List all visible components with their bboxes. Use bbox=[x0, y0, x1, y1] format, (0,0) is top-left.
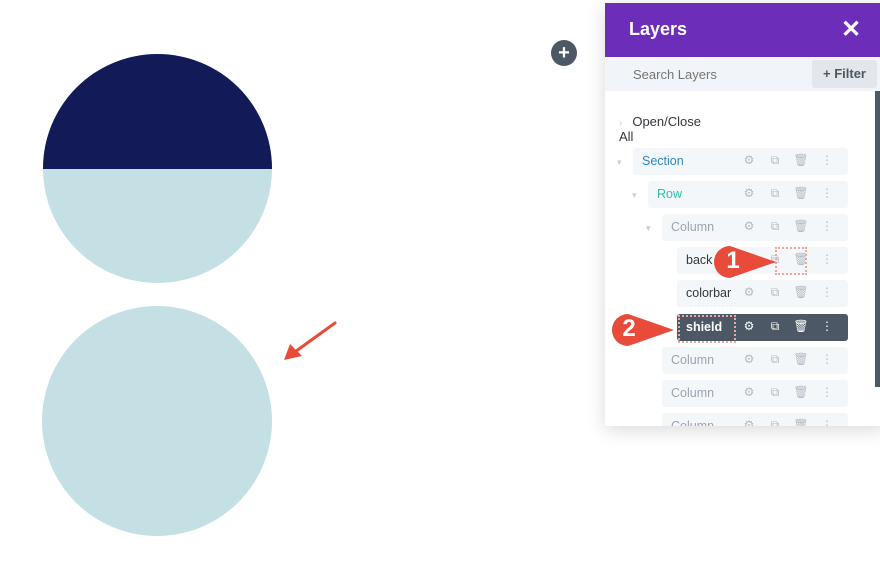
layer-actions: ⚙⧉🗑⋮ bbox=[736, 285, 840, 300]
duplicate-icon[interactable]: ⧉ bbox=[762, 219, 788, 234]
layer-column-clip: Column ⚙ ⧉ 🗑 ⋮ bbox=[662, 413, 848, 426]
caret-down-icon[interactable]: ▾ bbox=[646, 223, 651, 234]
duplicate-icon[interactable]: ⧉ bbox=[762, 186, 788, 201]
trash-icon[interactable]: 🗑 bbox=[788, 385, 814, 399]
trash-icon[interactable]: 🗑 bbox=[788, 153, 814, 167]
add-module-button[interactable]: + bbox=[551, 40, 577, 66]
trash-icon[interactable]: 🗑 bbox=[788, 418, 814, 426]
duplicate-icon[interactable]: ⧉ bbox=[762, 418, 788, 426]
filter-button[interactable]: + Filter bbox=[812, 60, 877, 88]
layer-label: back bbox=[686, 253, 713, 267]
layer-label: Column bbox=[671, 220, 715, 234]
layer-actions: ⚙⧉🗑⋮ bbox=[736, 385, 840, 400]
layer-column[interactable]: Column ⚙ ⧉ 🗑 ⋮ bbox=[662, 380, 848, 407]
layer-actions: ⚙⧉🗑⋮ bbox=[736, 319, 840, 334]
gear-icon[interactable]: ⚙ bbox=[736, 319, 762, 333]
layer-column[interactable]: Column ⚙ ⧉ 🗑 ⋮ bbox=[662, 214, 848, 241]
scrollbar[interactable] bbox=[875, 91, 880, 387]
more-icon[interactable]: ⋮ bbox=[814, 352, 840, 366]
open-close-all[interactable]: › Open/Close All bbox=[619, 114, 701, 144]
layer-actions: ⚙⧉🗑⋮ bbox=[736, 153, 840, 168]
more-icon[interactable]: ⋮ bbox=[814, 418, 840, 426]
caret-down-icon[interactable]: ▾ bbox=[617, 157, 622, 168]
layers-header: Layers ✕ bbox=[605, 3, 880, 57]
trash-icon[interactable]: 🗑 bbox=[788, 285, 814, 299]
step-1-label: 1 bbox=[726, 247, 740, 274]
trash-icon[interactable]: 🗑 bbox=[788, 319, 814, 333]
shield-circle-graphic bbox=[42, 306, 272, 536]
duplicate-icon[interactable]: ⧉ bbox=[762, 285, 788, 300]
layer-actions: ⚙⧉🗑⋮ bbox=[736, 219, 840, 234]
layer-column[interactable]: Column ⚙ ⧉ 🗑 ⋮ bbox=[662, 347, 848, 374]
layer-label: Column bbox=[671, 353, 715, 367]
layer-module-colorbar[interactable]: colorbar ⚙ ⧉ 🗑 ⋮ bbox=[677, 280, 848, 307]
layer-section[interactable]: Section ⚙ ⧉ 🗑 ⋮ bbox=[633, 148, 848, 175]
half-circle-graphic bbox=[43, 54, 272, 283]
more-icon[interactable]: ⋮ bbox=[814, 319, 840, 333]
more-icon[interactable]: ⋮ bbox=[814, 385, 840, 399]
layer-label: Column bbox=[671, 419, 715, 426]
search-row: + Filter bbox=[605, 57, 880, 91]
trash-icon[interactable]: 🗑 bbox=[788, 186, 814, 200]
highlight-duplicate-box bbox=[775, 247, 807, 275]
duplicate-icon[interactable]: ⧉ bbox=[762, 153, 788, 168]
layer-row[interactable]: Row ⚙ ⧉ 🗑 ⋮ bbox=[648, 181, 848, 208]
more-icon[interactable]: ⋮ bbox=[814, 252, 840, 266]
pointer-arrow-icon bbox=[284, 321, 337, 360]
open-close-all-label: Open/Close All bbox=[619, 114, 701, 144]
more-icon[interactable]: ⋮ bbox=[814, 186, 840, 200]
layer-label: colorbar bbox=[686, 286, 732, 300]
gear-icon[interactable]: ⚙ bbox=[736, 186, 762, 200]
more-icon[interactable]: ⋮ bbox=[814, 285, 840, 299]
layer-actions: ⚙⧉🗑⋮ bbox=[736, 352, 840, 367]
gear-icon[interactable]: ⚙ bbox=[736, 219, 762, 233]
colorbar-top-half bbox=[43, 54, 272, 169]
close-icon[interactable]: ✕ bbox=[841, 15, 861, 44]
gear-icon[interactable]: ⚙ bbox=[736, 385, 762, 399]
trash-icon[interactable]: 🗑 bbox=[788, 352, 814, 366]
trash-icon[interactable]: 🗑 bbox=[788, 219, 814, 233]
highlight-shield-box bbox=[678, 315, 736, 343]
layer-label: Column bbox=[671, 386, 715, 400]
more-icon[interactable]: ⋮ bbox=[814, 219, 840, 233]
duplicate-icon[interactable]: ⧉ bbox=[762, 385, 788, 400]
more-icon[interactable]: ⋮ bbox=[814, 153, 840, 167]
step-2-label: 2 bbox=[622, 315, 636, 342]
chevron-right-icon: › bbox=[619, 118, 623, 129]
layer-actions: ⚙⧉🗑⋮ bbox=[736, 418, 840, 426]
search-layers-input[interactable] bbox=[605, 57, 810, 91]
caret-down-icon[interactable]: ▾ bbox=[632, 190, 637, 201]
duplicate-icon[interactable]: ⧉ bbox=[762, 352, 788, 367]
layer-actions: ⚙⧉🗑⋮ bbox=[736, 186, 840, 201]
gear-icon[interactable]: ⚙ bbox=[736, 153, 762, 167]
layer-column[interactable]: Column ⚙ ⧉ 🗑 ⋮ bbox=[662, 413, 848, 426]
duplicate-icon[interactable]: ⧉ bbox=[762, 319, 788, 334]
layers-title: Layers bbox=[629, 19, 688, 39]
gear-icon[interactable]: ⚙ bbox=[736, 285, 762, 299]
layer-label: Section bbox=[642, 154, 684, 168]
layer-label: Row bbox=[657, 187, 683, 201]
gear-icon[interactable]: ⚙ bbox=[736, 418, 762, 426]
gear-icon[interactable]: ⚙ bbox=[736, 352, 762, 366]
